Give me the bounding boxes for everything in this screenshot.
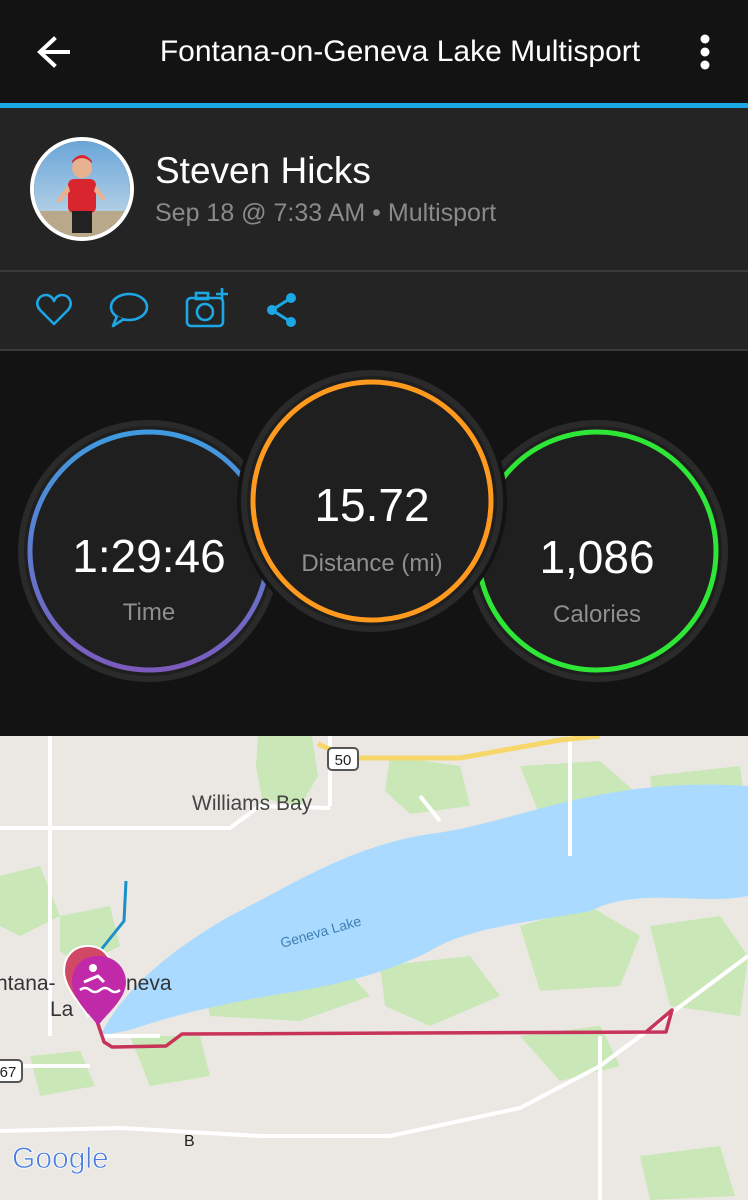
time-label: Time	[122, 599, 176, 626]
page-title: Fontana-on-Geneva Lake Multisport	[159, 35, 641, 68]
route-map[interactable]: 50 67 Williams Bay Geneva Lake ntana- ne…	[0, 736, 748, 1200]
avatar[interactable]	[30, 137, 134, 241]
calories-label: Calories	[552, 601, 642, 628]
activity-meta: Sep 18 @ 7:33 AM • Multisport	[155, 199, 497, 227]
fontana-label-part1: ntana-	[0, 972, 56, 995]
calories-stat[interactable]: 1,086 Calories	[472, 426, 722, 676]
heart-icon[interactable]	[34, 290, 74, 335]
add-photo-icon[interactable]	[184, 286, 230, 335]
distance-value: 15.72	[314, 479, 430, 531]
fontana-label-part2: neva	[126, 972, 172, 995]
route-50-label: 50	[335, 752, 352, 769]
route-b-label: B	[184, 1133, 195, 1150]
time-value: 1:29:46	[72, 530, 226, 582]
distance-stat[interactable]: 15.72 Distance (mi)	[247, 376, 497, 626]
back-arrow-icon[interactable]	[34, 30, 74, 74]
distance-label: Distance (mi)	[301, 550, 443, 577]
stats-panel: 1:29:46 Time 1,086 Calories 15.72 Distan…	[0, 351, 748, 736]
more-vert-icon[interactable]	[690, 30, 720, 74]
comment-icon[interactable]	[108, 290, 150, 335]
action-bar	[0, 272, 748, 349]
activity-header: Steven Hicks Sep 18 @ 7:33 AM • Multispo…	[0, 108, 748, 270]
fontana-label-part3: La	[50, 998, 74, 1021]
williams-bay-label: Williams Bay	[192, 792, 313, 815]
google-logo: Google	[12, 1142, 109, 1175]
app-bar: Fontana-on-Geneva Lake Multisport	[0, 0, 748, 103]
share-icon[interactable]	[264, 290, 300, 335]
user-name[interactable]: Steven Hicks	[155, 149, 371, 193]
time-stat[interactable]: 1:29:46 Time	[24, 426, 274, 676]
calories-value: 1,086	[539, 531, 655, 583]
route-67-label: 67	[0, 1064, 16, 1081]
